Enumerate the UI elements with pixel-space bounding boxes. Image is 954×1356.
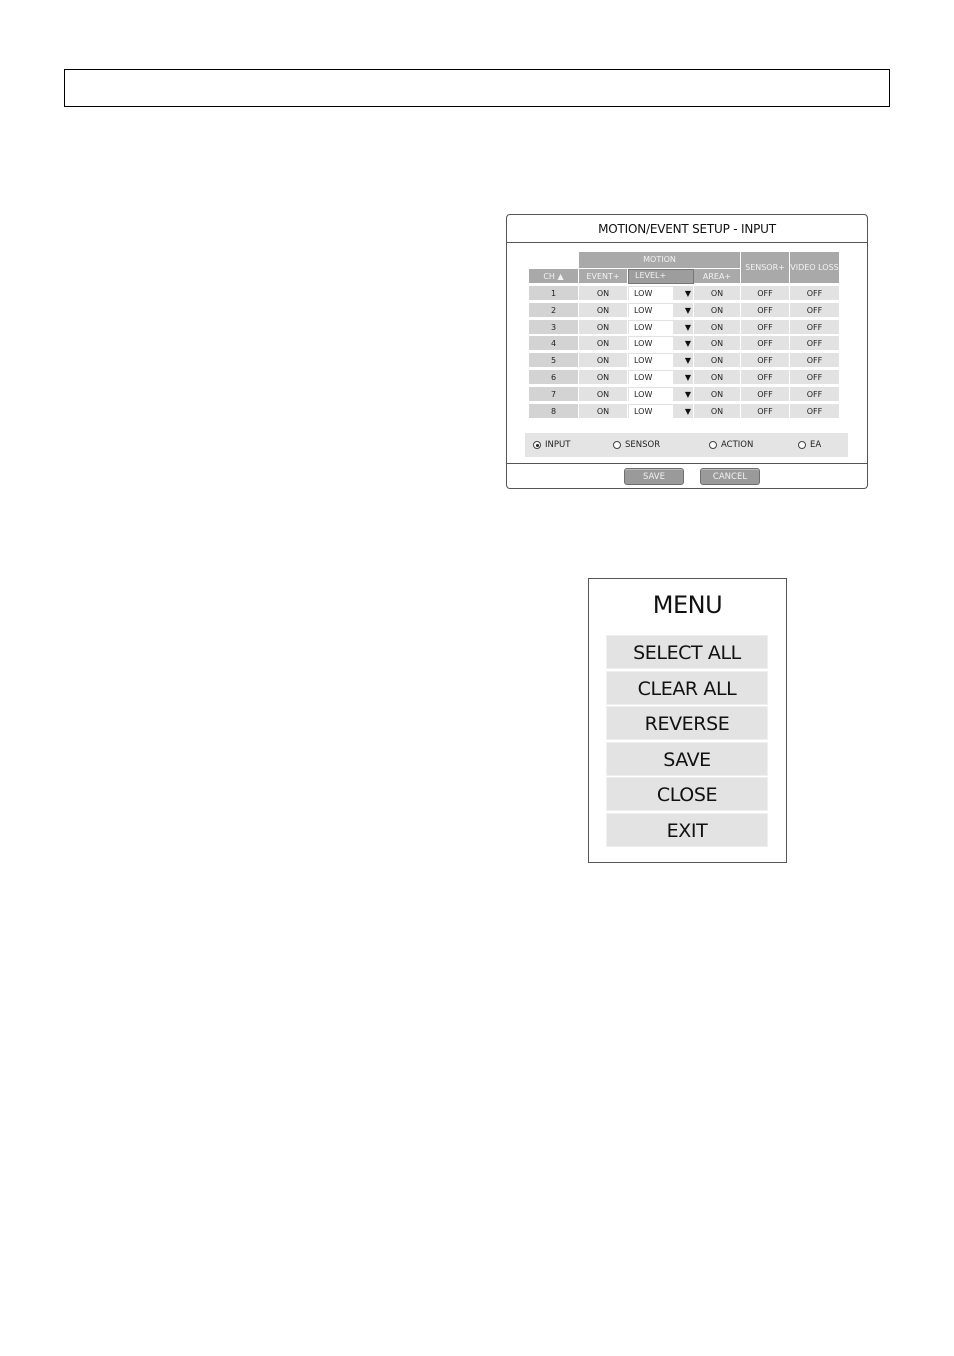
- cell-ch: 1: [529, 286, 579, 301]
- radio-input[interactable]: INPUT: [533, 433, 570, 457]
- dropdown-arrow-icon[interactable]: ▼: [685, 320, 691, 335]
- cell-sensor[interactable]: OFF: [741, 302, 790, 318]
- cell-sensor[interactable]: OFF: [741, 336, 790, 352]
- cell-event[interactable]: ON: [579, 403, 628, 419]
- cell-ch: 2: [529, 302, 579, 318]
- level-dropdown[interactable]: LOW: [629, 303, 673, 317]
- header-frame: [64, 69, 890, 107]
- cell-sensor[interactable]: OFF: [741, 353, 790, 369]
- menu-item-save[interactable]: SAVE: [606, 742, 768, 776]
- level-dropdown[interactable]: LOW: [629, 387, 673, 401]
- dropdown-arrow-icon[interactable]: ▼: [685, 336, 691, 351]
- dropdown-arrow-icon[interactable]: ▼: [685, 387, 691, 402]
- cell-level[interactable]: LOW ▼: [628, 286, 694, 301]
- cell-ch: 8: [529, 403, 579, 419]
- cell-video-loss[interactable]: OFF: [790, 403, 840, 419]
- radio-action[interactable]: ACTION: [709, 433, 753, 457]
- cell-level[interactable]: LOW ▼: [628, 336, 694, 352]
- cell-area[interactable]: ON: [694, 302, 741, 318]
- cell-area[interactable]: ON: [694, 370, 741, 385]
- radio-unselected-icon: [709, 441, 717, 449]
- column-header-event[interactable]: EVENT+: [579, 269, 628, 284]
- cell-event[interactable]: ON: [579, 386, 628, 402]
- column-header-area[interactable]: AREA+: [694, 269, 741, 284]
- radio-unselected-icon: [798, 441, 806, 449]
- cell-ch: 6: [529, 370, 579, 385]
- level-dropdown[interactable]: LOW: [629, 320, 673, 334]
- dropdown-arrow-icon[interactable]: ▼: [685, 370, 691, 385]
- cell-level[interactable]: LOW ▼: [628, 353, 694, 369]
- menu-item-select-all[interactable]: SELECT ALL: [606, 635, 768, 669]
- cell-video-loss[interactable]: OFF: [790, 302, 840, 318]
- cell-area[interactable]: ON: [694, 286, 741, 301]
- cell-video-loss[interactable]: OFF: [790, 336, 840, 352]
- radio-ea[interactable]: EA: [798, 433, 821, 457]
- cell-sensor[interactable]: OFF: [741, 403, 790, 419]
- context-menu: MENU SELECT ALL CLEAR ALL REVERSE SAVE C…: [588, 578, 787, 863]
- cell-area[interactable]: ON: [694, 336, 741, 352]
- column-header-level[interactable]: LEVEL+: [628, 269, 694, 284]
- cell-video-loss[interactable]: OFF: [790, 286, 840, 301]
- cell-event[interactable]: ON: [579, 370, 628, 385]
- radio-unselected-icon: [613, 441, 621, 449]
- level-dropdown[interactable]: LOW: [629, 404, 673, 418]
- cell-video-loss[interactable]: OFF: [790, 370, 840, 385]
- radio-label: ACTION: [721, 440, 754, 450]
- cell-video-loss[interactable]: OFF: [790, 353, 840, 369]
- column-header-video-loss[interactable]: VIDEO LOSS: [790, 252, 840, 284]
- cell-level[interactable]: LOW ▼: [628, 370, 694, 385]
- radio-selected-icon: [533, 441, 541, 449]
- motion-group-header: MOTION: [579, 252, 741, 269]
- save-button[interactable]: SAVE: [624, 468, 684, 485]
- cell-video-loss[interactable]: OFF: [790, 319, 840, 335]
- mode-radio-group: INPUT SENSOR ACTION EA: [525, 433, 848, 457]
- cell-ch: 3: [529, 319, 579, 335]
- cell-ch: 7: [529, 386, 579, 402]
- cell-level[interactable]: LOW ▼: [628, 319, 694, 335]
- cell-sensor[interactable]: OFF: [741, 286, 790, 301]
- menu-item-exit[interactable]: EXIT: [606, 813, 768, 847]
- radio-label: SENSOR: [625, 440, 661, 450]
- cell-event[interactable]: ON: [579, 336, 628, 352]
- radio-label: INPUT: [545, 440, 571, 450]
- column-header-ch[interactable]: CH ▲: [529, 269, 579, 284]
- menu-item-close[interactable]: CLOSE: [606, 777, 768, 811]
- cell-event[interactable]: ON: [579, 353, 628, 369]
- motion-event-setup-dialog: MOTION/EVENT SETUP - INPUT MOTION SENSOR…: [506, 214, 868, 489]
- cancel-button[interactable]: CANCEL: [700, 468, 760, 485]
- dropdown-arrow-icon[interactable]: ▼: [685, 353, 691, 368]
- radio-sensor[interactable]: SENSOR: [613, 433, 660, 457]
- cell-video-loss[interactable]: OFF: [790, 386, 840, 402]
- cell-ch: 5: [529, 353, 579, 369]
- cell-area[interactable]: ON: [694, 319, 741, 335]
- cell-event[interactable]: ON: [579, 302, 628, 318]
- level-dropdown[interactable]: LOW: [629, 354, 673, 368]
- cell-ch: 4: [529, 336, 579, 352]
- cell-area[interactable]: ON: [694, 353, 741, 369]
- cell-level[interactable]: LOW ▼: [628, 302, 694, 318]
- cell-level[interactable]: LOW ▼: [628, 403, 694, 419]
- level-dropdown[interactable]: LOW: [629, 371, 673, 384]
- dialog-title: MOTION/EVENT SETUP - INPUT: [507, 215, 867, 243]
- cell-sensor[interactable]: OFF: [741, 370, 790, 385]
- column-header-sensor[interactable]: SENSOR+: [741, 252, 790, 284]
- cell-sensor[interactable]: OFF: [741, 319, 790, 335]
- cell-event[interactable]: ON: [579, 319, 628, 335]
- cell-area[interactable]: ON: [694, 403, 741, 419]
- cell-event[interactable]: ON: [579, 286, 628, 301]
- dropdown-arrow-icon[interactable]: ▼: [685, 303, 691, 318]
- menu-item-clear-all[interactable]: CLEAR ALL: [606, 671, 768, 705]
- level-dropdown[interactable]: LOW: [629, 337, 673, 351]
- radio-label: EA: [810, 440, 822, 450]
- cell-area[interactable]: ON: [694, 386, 741, 402]
- cell-sensor[interactable]: OFF: [741, 386, 790, 402]
- menu-item-reverse[interactable]: REVERSE: [606, 706, 768, 740]
- dropdown-arrow-icon[interactable]: ▼: [685, 286, 691, 301]
- dropdown-arrow-icon[interactable]: ▼: [685, 404, 691, 419]
- level-dropdown[interactable]: LOW: [629, 287, 673, 300]
- cell-level[interactable]: LOW ▼: [628, 386, 694, 402]
- footer-divider: [507, 463, 867, 464]
- menu-title: MENU: [652, 591, 723, 619]
